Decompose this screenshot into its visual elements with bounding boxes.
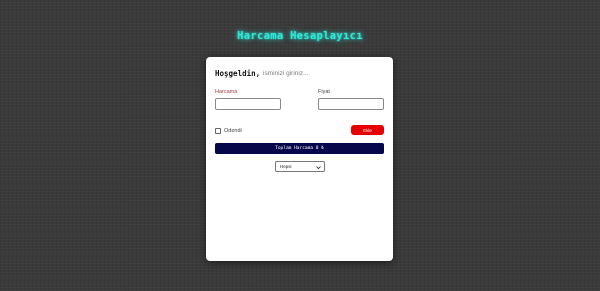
chevron-down-icon <box>316 166 321 170</box>
filter-select[interactable]: Hepsi <box>275 161 325 172</box>
expense-card: Hoşgeldin, Harcama Fiyat Odendi Ekle Top… <box>206 57 393 261</box>
expense-input[interactable] <box>215 98 281 110</box>
paid-checkbox[interactable] <box>215 128 221 134</box>
welcome-text: Hoşgeldin, <box>215 69 261 78</box>
price-input[interactable] <box>318 98 384 110</box>
price-label: Fiyat <box>318 89 330 95</box>
total-expense-bar: Toplam Harcama 0 ₺ <box>215 143 384 154</box>
page-title: Harcama Hesaplayıcı <box>237 30 363 42</box>
expense-label: Harcama <box>215 89 238 95</box>
add-button[interactable]: Ekle <box>351 125 384 135</box>
filter-selected-value: Hepsi <box>280 164 292 169</box>
paid-label: Odendi <box>224 128 242 134</box>
name-input[interactable] <box>263 67 339 79</box>
paid-checkbox-row[interactable]: Odendi <box>215 127 242 135</box>
